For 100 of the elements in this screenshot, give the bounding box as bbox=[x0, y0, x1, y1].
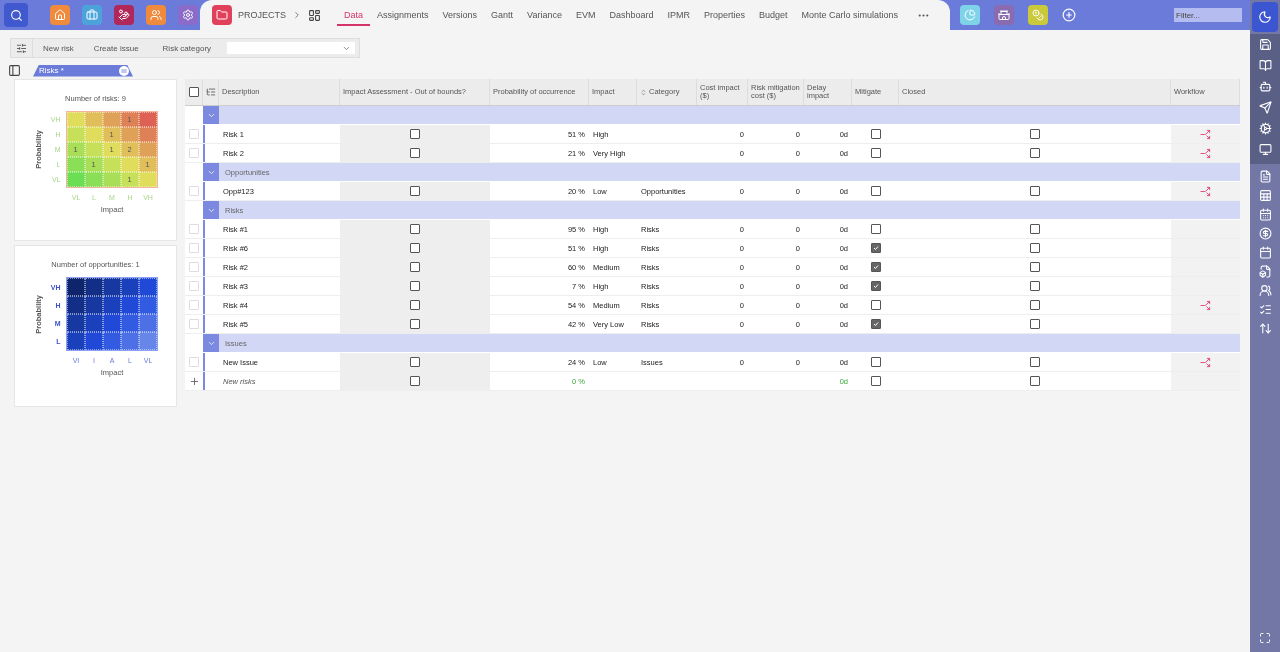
checkbox[interactable] bbox=[870, 224, 881, 234]
monitor-icon[interactable] bbox=[1258, 143, 1272, 156]
checkbox[interactable] bbox=[1030, 319, 1040, 329]
tab[interactable]: IPMR bbox=[660, 4, 697, 26]
users-icon[interactable] bbox=[1258, 284, 1272, 297]
settings-button[interactable] bbox=[178, 5, 198, 25]
checkbox[interactable] bbox=[870, 319, 881, 329]
calendar-icon[interactable] bbox=[1258, 246, 1272, 259]
matrix-cell[interactable] bbox=[66, 112, 85, 127]
list-check-icon[interactable] bbox=[1258, 303, 1272, 316]
workflow-icon[interactable] bbox=[1200, 185, 1211, 197]
group-toggle[interactable] bbox=[203, 334, 219, 352]
folder-button[interactable] bbox=[212, 5, 232, 25]
pie-chart-button[interactable] bbox=[960, 5, 980, 25]
checkbox[interactable] bbox=[870, 281, 881, 291]
tab[interactable]: Dashboard bbox=[602, 4, 661, 26]
checkbox[interactable] bbox=[1030, 376, 1040, 386]
view-tab[interactable]: Risks * bbox=[33, 64, 133, 77]
book-icon[interactable] bbox=[1258, 59, 1272, 72]
workflow-icon[interactable] bbox=[1200, 299, 1211, 311]
pie-chart-icon bbox=[964, 9, 976, 21]
tab[interactable]: Assignments bbox=[370, 4, 436, 26]
send-icon[interactable] bbox=[1258, 101, 1272, 114]
checkbox[interactable] bbox=[870, 129, 881, 139]
group-toggle[interactable] bbox=[203, 201, 219, 219]
checkbox[interactable] bbox=[1030, 300, 1040, 310]
tab[interactable]: Variance bbox=[520, 4, 569, 26]
document-icon[interactable] bbox=[1258, 170, 1272, 183]
matrix-cell[interactable] bbox=[66, 157, 85, 172]
checkbox[interactable] bbox=[410, 243, 420, 253]
chevron-icon bbox=[292, 10, 302, 20]
tab[interactable]: Data bbox=[337, 4, 371, 26]
settings-icon[interactable] bbox=[1258, 122, 1272, 135]
matrix-cell[interactable] bbox=[66, 296, 85, 314]
toolbar-button[interactable]: Create issue bbox=[89, 43, 149, 53]
checkbox[interactable] bbox=[410, 129, 420, 139]
menu-icon[interactable] bbox=[119, 65, 129, 76]
search-button[interactable] bbox=[4, 3, 28, 27]
house-button[interactable] bbox=[50, 5, 70, 25]
workflow-icon[interactable] bbox=[1200, 147, 1211, 159]
checkbox[interactable] bbox=[410, 262, 420, 272]
matrix-cell[interactable] bbox=[66, 332, 85, 350]
group-toggle[interactable] bbox=[203, 163, 219, 181]
users-button[interactable] bbox=[146, 5, 166, 25]
workflow-icon[interactable] bbox=[1200, 356, 1211, 368]
checkbox[interactable] bbox=[410, 186, 420, 196]
checkbox[interactable] bbox=[1030, 262, 1040, 272]
checkbox[interactable] bbox=[1030, 129, 1040, 139]
tab[interactable]: Gantt bbox=[484, 4, 521, 26]
matrix-cell[interactable] bbox=[66, 278, 85, 296]
checkbox[interactable] bbox=[410, 281, 420, 291]
checkbox[interactable] bbox=[870, 357, 881, 367]
tab[interactable]: Properties bbox=[697, 4, 753, 26]
tab[interactable]: EVM bbox=[568, 4, 603, 26]
checkbox[interactable] bbox=[410, 224, 420, 234]
hand-coins-button[interactable] bbox=[114, 5, 134, 25]
checkbox[interactable] bbox=[1030, 224, 1040, 234]
checkbox[interactable] bbox=[410, 376, 420, 386]
fullscreen-icon[interactable] bbox=[1259, 632, 1271, 644]
spreadsheet-icon[interactable] bbox=[1258, 189, 1272, 202]
sort-icon[interactable] bbox=[1258, 322, 1272, 335]
group-toggle[interactable] bbox=[203, 106, 219, 124]
toolbar-button[interactable]: New risk bbox=[39, 43, 84, 53]
checkbox[interactable] bbox=[870, 186, 881, 196]
add-icon[interactable] bbox=[1062, 8, 1076, 22]
breadcrumb[interactable]: PROJECTS bbox=[238, 10, 286, 20]
matrix-cell[interactable] bbox=[66, 314, 85, 332]
checkbox[interactable] bbox=[410, 148, 420, 158]
save-icon[interactable] bbox=[1258, 38, 1272, 51]
checkbox[interactable] bbox=[1030, 281, 1040, 291]
file-icon[interactable] bbox=[1258, 265, 1272, 278]
checkbox[interactable] bbox=[870, 300, 881, 310]
briefcase-button[interactable] bbox=[82, 5, 102, 25]
coins-button[interactable] bbox=[1028, 5, 1048, 25]
castle-button[interactable] bbox=[994, 5, 1014, 25]
checkbox[interactable] bbox=[1030, 148, 1040, 158]
matrix-cell[interactable] bbox=[66, 172, 85, 187]
panel-icon[interactable] bbox=[8, 64, 21, 77]
tab[interactable]: Versions bbox=[435, 4, 485, 26]
workflow-icon[interactable] bbox=[1200, 128, 1211, 140]
checkbox[interactable] bbox=[410, 300, 420, 310]
filter-field[interactable]: Filter... bbox=[1174, 8, 1242, 22]
moon-button[interactable] bbox=[1252, 2, 1278, 32]
checkbox[interactable] bbox=[870, 243, 881, 253]
checkbox[interactable] bbox=[870, 376, 881, 386]
tab[interactable]: Monte Carlo simulations bbox=[794, 4, 906, 26]
checkbox[interactable] bbox=[188, 87, 199, 97]
plus-icon bbox=[188, 375, 200, 387]
checkbox[interactable] bbox=[410, 357, 420, 367]
checkbox[interactable] bbox=[1030, 243, 1040, 253]
tab[interactable]: Budget bbox=[752, 4, 795, 26]
checkbox[interactable] bbox=[870, 148, 881, 158]
checkbox[interactable] bbox=[410, 319, 420, 329]
checkbox[interactable] bbox=[1030, 186, 1040, 196]
dollar-icon[interactable] bbox=[1258, 227, 1272, 240]
checkbox[interactable] bbox=[870, 262, 881, 272]
calendar-icon[interactable] bbox=[1258, 208, 1272, 221]
matrix-cell[interactable] bbox=[66, 127, 85, 142]
robot-icon[interactable] bbox=[1258, 80, 1272, 93]
checkbox[interactable] bbox=[1030, 357, 1040, 367]
